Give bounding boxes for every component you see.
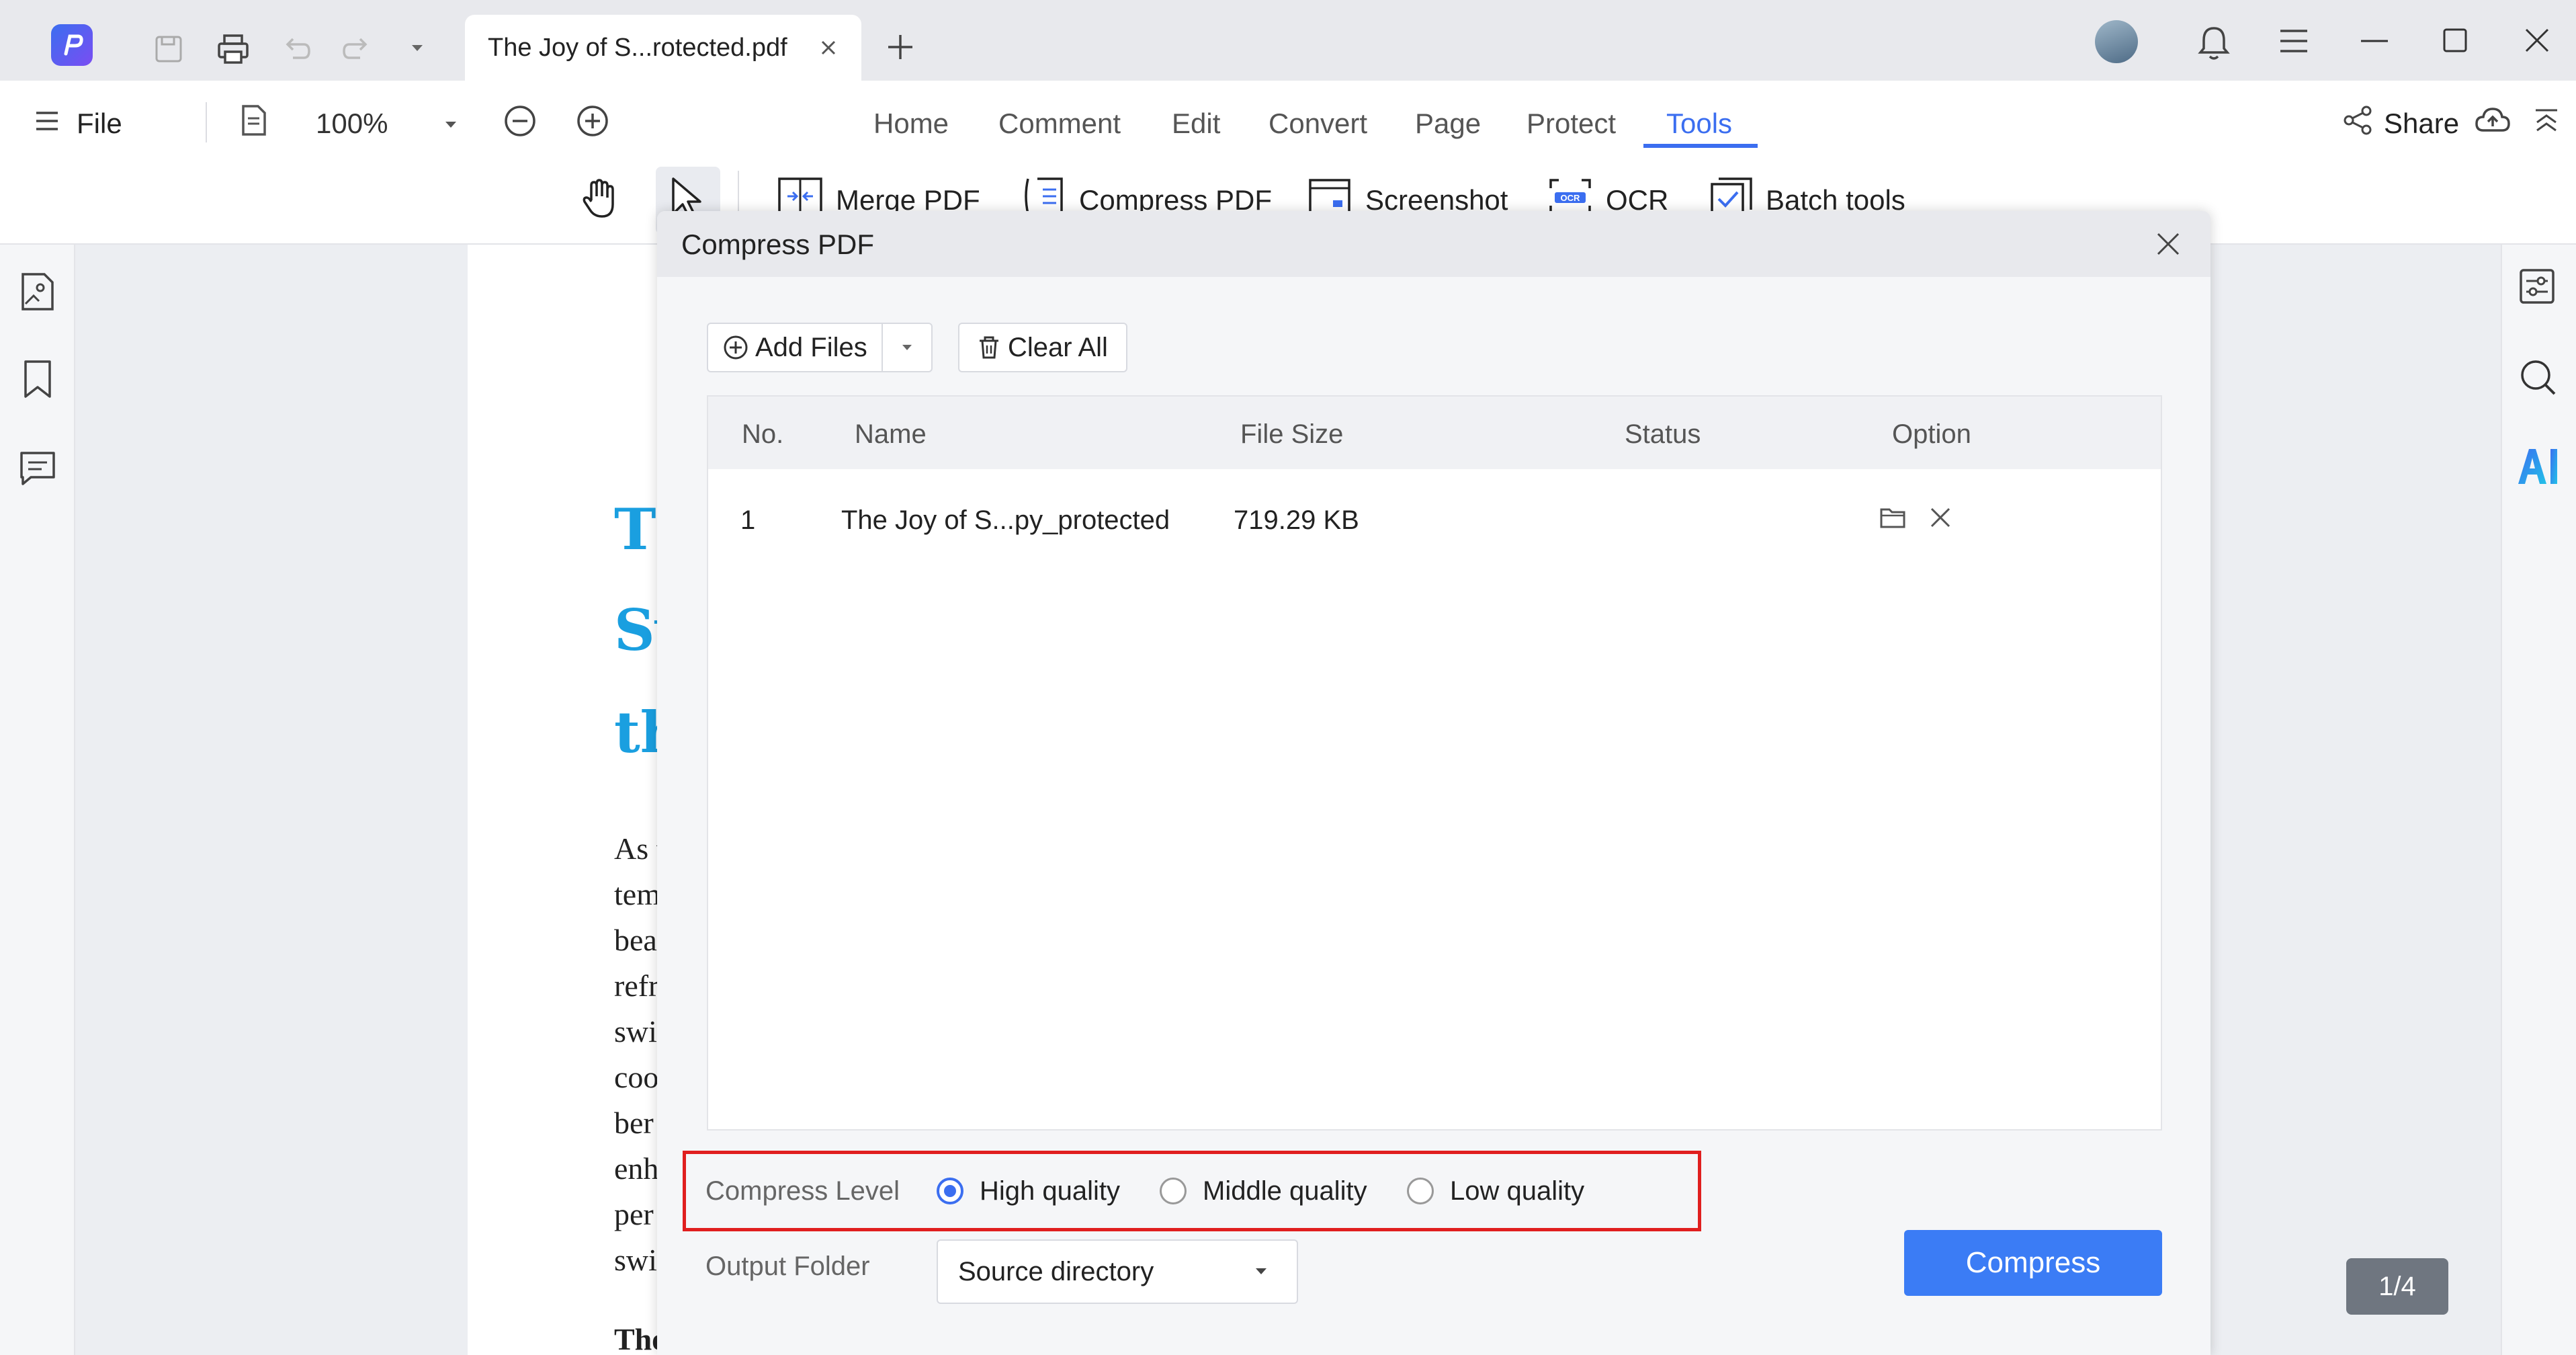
output-folder-select[interactable]: Source directory (937, 1239, 1298, 1304)
file-menu[interactable]: File (77, 108, 122, 140)
radio-high-quality-label[interactable]: High quality (980, 1176, 1120, 1206)
redo-icon[interactable] (341, 34, 372, 65)
minimize-icon[interactable] (2358, 27, 2391, 55)
add-files-button[interactable]: Add Files (707, 323, 883, 372)
row-file-size: 719.29 KB (1234, 505, 1359, 535)
file-menu-icon[interactable] (34, 108, 60, 134)
cloud-upload-icon[interactable] (2474, 104, 2511, 136)
tab-home[interactable]: Home (873, 108, 949, 140)
share-icon[interactable] (2342, 105, 2373, 136)
merge-pdf-icon[interactable] (777, 176, 824, 216)
save-icon[interactable] (153, 34, 184, 65)
add-files-label: Add Files (755, 332, 867, 362)
add-circle-icon (723, 335, 748, 360)
close-window-icon[interactable] (2522, 26, 2552, 55)
table-row[interactable]: 1 The Joy of S...py_protected 719.29 KB (708, 469, 2161, 557)
chevron-down-icon (902, 345, 912, 350)
doc-text-line: coo (614, 1060, 659, 1094)
app-logo-icon (51, 24, 93, 66)
compress-button[interactable]: Compress (1904, 1230, 2162, 1296)
row-no: 1 (740, 505, 756, 535)
doc-text-line: swi (614, 1014, 657, 1049)
radio-high-quality[interactable] (937, 1178, 963, 1204)
avatar[interactable] (2095, 20, 2138, 63)
zoom-in-icon[interactable] (575, 104, 610, 138)
doc-text-line: per (614, 1197, 654, 1231)
quick-access-dropdown-icon[interactable] (410, 43, 425, 54)
bookmark-icon[interactable] (19, 359, 56, 399)
doc-text-line: tem (614, 877, 660, 911)
radio-low-quality[interactable] (1407, 1178, 1434, 1204)
files-table: No. Name File Size Status Option 1 The J… (707, 395, 2162, 1131)
title-bar: The Joy of S...rotected.pdf (0, 0, 2576, 81)
close-tab-icon[interactable] (818, 38, 839, 58)
column-header-name: Name (855, 419, 927, 449)
print-icon[interactable] (216, 32, 250, 66)
new-tab-icon[interactable] (884, 31, 916, 63)
radio-middle-quality[interactable] (1160, 1178, 1187, 1204)
hand-tool-icon[interactable] (579, 176, 621, 220)
comment-icon[interactable] (19, 450, 56, 487)
hamburger-menu-icon[interactable] (2278, 27, 2310, 55)
compress-level-label: Compress Level (705, 1176, 900, 1206)
maximize-icon[interactable] (2440, 26, 2470, 55)
column-header-file-size: File Size (1240, 419, 1344, 449)
tab-protect[interactable]: Protect (1527, 108, 1616, 140)
ai-assistant-icon[interactable] (2516, 446, 2560, 487)
close-dialog-icon[interactable] (2154, 230, 2182, 258)
thumbnails-icon[interactable] (19, 272, 56, 312)
doc-text-line: refr (614, 969, 659, 1003)
svg-text:OCR: OCR (1561, 193, 1581, 203)
output-folder-label: Output Folder (705, 1251, 870, 1281)
bell-icon[interactable] (2197, 24, 2231, 62)
column-header-no: No. (742, 419, 784, 449)
radio-middle-quality-label[interactable]: Middle quality (1203, 1176, 1367, 1206)
row-name: The Joy of S...py_protected (841, 505, 1170, 535)
clear-all-label: Clear All (1008, 332, 1108, 362)
left-sidebar (0, 245, 75, 1355)
share-label[interactable]: Share (2384, 108, 2459, 140)
remove-file-icon[interactable] (1928, 505, 1952, 530)
clear-all-button[interactable]: Clear All (958, 323, 1127, 372)
radio-low-quality-label[interactable]: Low quality (1450, 1176, 1584, 1206)
tab-comment[interactable]: Comment (998, 108, 1121, 140)
doc-text-line: bea (614, 923, 657, 957)
active-tab-underline (1643, 144, 1758, 148)
open-folder-icon[interactable] (1879, 504, 1907, 531)
output-folder-value: Source directory (958, 1257, 1154, 1286)
zoom-dropdown-icon[interactable] (443, 120, 458, 130)
trash-icon (977, 335, 1001, 360)
divider (206, 102, 207, 142)
zoom-value[interactable]: 100% (316, 108, 388, 140)
search-icon[interactable] (2518, 358, 2557, 397)
tab-convert[interactable]: Convert (1269, 108, 1367, 140)
tab-tools[interactable]: Tools (1666, 108, 1732, 140)
dialog-title: Compress PDF (681, 229, 875, 260)
add-files-dropdown[interactable] (882, 323, 933, 372)
table-header: No. Name File Size Status Option (708, 397, 2161, 469)
page-indicator[interactable]: 1/4 (2346, 1258, 2448, 1315)
tab-page[interactable]: Page (1415, 108, 1481, 140)
properties-icon[interactable] (2518, 268, 2556, 305)
column-header-option: Option (1892, 419, 1971, 449)
dialog-header: Compress PDF (657, 211, 2210, 277)
doc-text-line: swi (614, 1243, 657, 1277)
column-header-status: Status (1625, 419, 1701, 449)
right-sidebar (2501, 245, 2576, 1355)
compress-pdf-dialog: Compress PDF Add Files Clear All No. Nam… (657, 211, 2210, 1355)
chevron-down-icon (1254, 1266, 1269, 1277)
tab-edit[interactable]: Edit (1172, 108, 1220, 140)
document-tab-title: The Joy of S...rotected.pdf (488, 33, 787, 62)
doc-text-line: ber (614, 1106, 654, 1140)
compress-pdf-icon[interactable] (1023, 176, 1066, 216)
zoom-out-icon[interactable] (503, 104, 538, 138)
doc-text-line: enh (614, 1151, 659, 1186)
collapse-toolbar-icon[interactable] (2533, 106, 2560, 136)
document-tab[interactable]: The Joy of S...rotected.pdf (465, 15, 861, 81)
undo-icon[interactable] (281, 34, 312, 65)
page-view-icon[interactable] (238, 104, 269, 138)
